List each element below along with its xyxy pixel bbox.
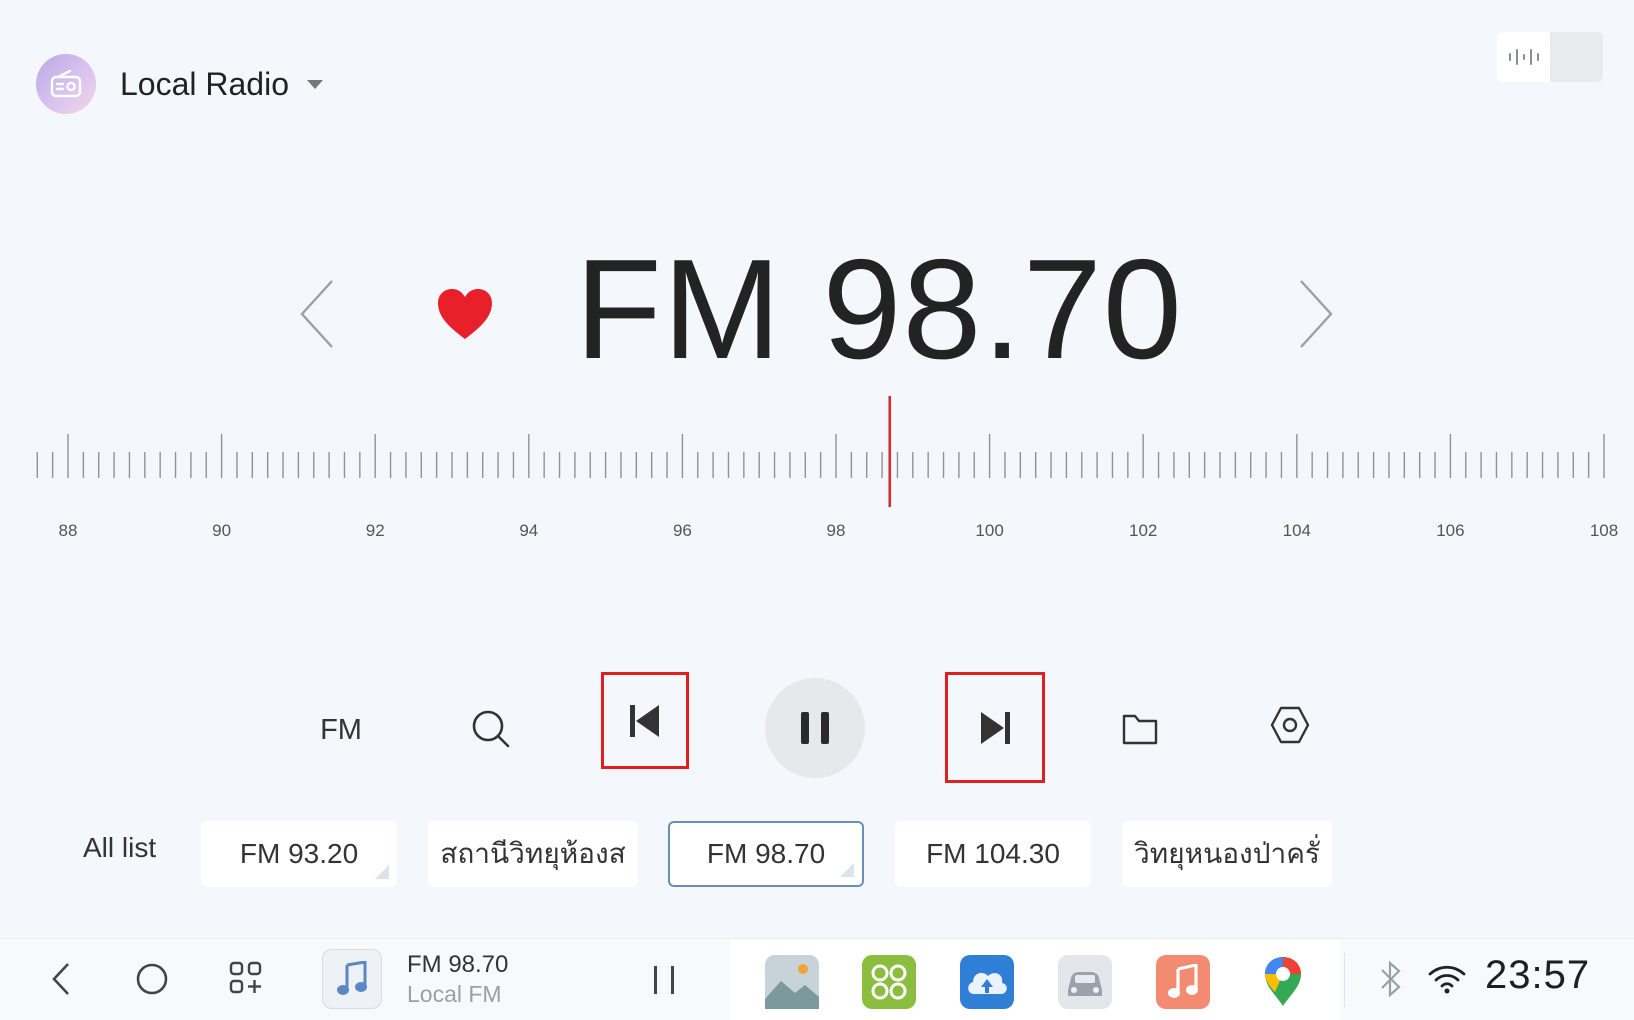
station-chip-active[interactable]: FM 98.70	[668, 821, 864, 887]
dial-label: 100	[975, 521, 1003, 540]
playback-controls: FM	[0, 670, 1634, 790]
dial-label: 94	[519, 521, 538, 540]
now-playing-art[interactable]	[322, 949, 382, 1009]
dock-apps	[730, 939, 1340, 1020]
app-drawer-icon	[229, 961, 262, 994]
radio-icon	[36, 54, 96, 114]
home-circle-icon	[136, 963, 168, 995]
system-dock: FM 98.70 Local FM 23:57	[0, 938, 1634, 1020]
dial-label: 104	[1283, 521, 1311, 540]
back-icon	[52, 963, 69, 995]
maps-app-icon[interactable]	[1256, 955, 1310, 1009]
skip-next-icon	[981, 711, 1010, 744]
waveform-toggle[interactable]	[1497, 32, 1603, 82]
dial-label: 88	[59, 521, 78, 540]
dial-label: 96	[673, 521, 692, 540]
station-chip[interactable]: สถานีวิทยุห้องส	[428, 821, 638, 887]
header: Local Radio	[36, 54, 323, 114]
folder-button[interactable]	[1120, 704, 1160, 754]
music-app-icon[interactable]	[1156, 955, 1210, 1009]
pause-button[interactable]	[765, 678, 865, 778]
home-button[interactable]	[132, 957, 172, 1001]
pause-icon	[654, 966, 674, 994]
favorite-heart-icon[interactable]	[436, 287, 494, 341]
previous-button[interactable]	[601, 672, 689, 769]
car-app-icon[interactable]	[1058, 955, 1112, 1009]
search-icon	[472, 710, 510, 748]
dial-label: 90	[212, 521, 231, 540]
bluetooth-icon[interactable]	[1374, 959, 1408, 999]
caret-down-icon[interactable]	[307, 79, 323, 89]
apps-grid-app-icon[interactable]	[862, 955, 916, 1009]
ota-update-app-icon[interactable]	[960, 955, 1014, 1009]
station-chip[interactable]: FM 104.30	[895, 821, 1091, 887]
pause-icon	[801, 712, 829, 744]
wifi-icon[interactable]	[1424, 959, 1470, 999]
clock: 23:57	[1485, 953, 1591, 997]
now-playing-title[interactable]: FM 98.70	[407, 951, 508, 979]
dial-label: 108	[1590, 521, 1618, 540]
folder-icon	[1122, 714, 1158, 745]
search-button[interactable]	[468, 702, 514, 756]
station-chip[interactable]: FM 93.20	[201, 821, 397, 887]
settings-icon	[1270, 706, 1310, 744]
skip-previous-icon	[630, 704, 659, 737]
settings-button[interactable]	[1268, 700, 1312, 750]
app-drawer-button[interactable]	[226, 955, 266, 1001]
next-button[interactable]	[945, 672, 1045, 783]
tuner-dial[interactable]: 88 90 92 94 96 98 100 102 104 106 108	[20, 390, 1620, 550]
dial-label: 92	[366, 521, 385, 540]
all-list-button[interactable]: All list	[83, 832, 156, 864]
back-button[interactable]	[42, 957, 80, 1001]
mini-pause-button[interactable]	[648, 961, 680, 999]
dial-label: 98	[827, 521, 846, 540]
waveform-icon	[1497, 32, 1550, 82]
source-title[interactable]: Local Radio	[120, 66, 289, 103]
prev-station-arrow[interactable]	[293, 274, 343, 354]
next-station-arrow[interactable]	[1290, 274, 1340, 354]
frequency-display: FM 98.70	[575, 230, 1183, 389]
dial-label: 102	[1129, 521, 1157, 540]
dial-label: 106	[1436, 521, 1464, 540]
now-playing-subtitle: Local FM	[407, 981, 502, 1007]
gallery-app-icon[interactable]	[765, 955, 819, 1009]
band-button[interactable]: FM	[308, 710, 374, 750]
music-note-icon	[337, 961, 367, 995]
station-chip[interactable]: วิทยุหนองป่าครั่	[1122, 821, 1332, 887]
